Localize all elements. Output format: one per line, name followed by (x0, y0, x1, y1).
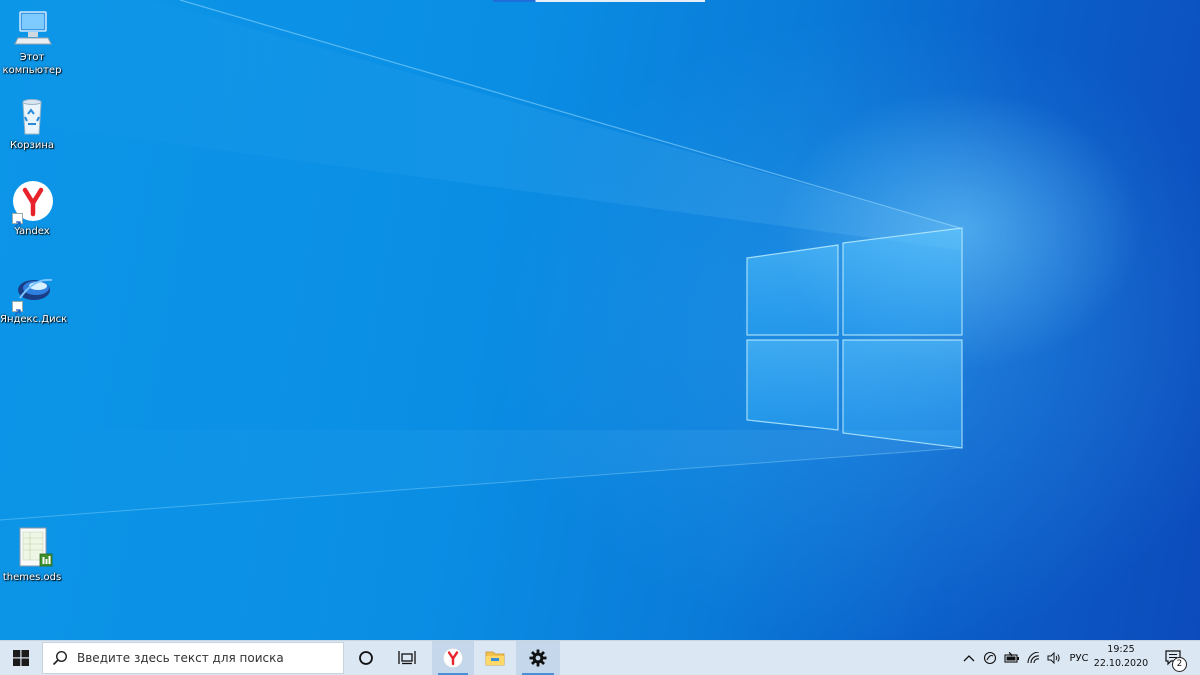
recycle-bin-icon (10, 94, 54, 138)
taskbar: РУС 19:25 22.10.2020 2 (0, 640, 1200, 675)
start-button[interactable] (0, 641, 42, 675)
icon-label-this-pc-line2: компьютер (2, 65, 62, 76)
tray-network-button[interactable] (1024, 641, 1044, 675)
settings-gear-icon (529, 649, 547, 667)
chevron-up-icon (963, 655, 975, 662)
taskbar-settings[interactable] (516, 641, 560, 675)
spreadsheet-file-icon (10, 526, 54, 570)
icon-label-themes-ods: themes.ods (2, 572, 62, 583)
icon-label-yandex-disk: Яндекс.Диск (0, 314, 68, 325)
task-view-icon (398, 651, 416, 665)
desktop-icon-yandex-disk[interactable]: Яндекс.Диск (0, 268, 68, 326)
search-input[interactable] (77, 651, 337, 665)
search-icon (43, 650, 77, 666)
desktop-icon-yandex[interactable]: Yandex (0, 180, 64, 238)
taskbar-search-box[interactable] (42, 642, 344, 674)
tray-onedrive-button[interactable] (980, 641, 1000, 675)
cortana-button[interactable] (346, 641, 386, 675)
clock-date: 22.10.2020 (1093, 658, 1149, 669)
desktop-icon-this-pc[interactable]: Этот компьютер (0, 8, 64, 77)
input-language-indicator[interactable]: РУС (1066, 641, 1092, 675)
wifi-icon (1027, 652, 1040, 664)
desktop-wallpaper: Этот компьютер Корзина Yandex Яндекс.Дис… (0, 0, 1200, 640)
icon-label-this-pc-line1: Этот (19, 52, 45, 63)
system-clock[interactable]: 19:25 22.10.2020 (1092, 643, 1150, 671)
yandex-browser-icon (443, 648, 463, 668)
taskbar-yandex-browser[interactable] (432, 641, 474, 675)
action-center-button[interactable]: 2 (1158, 641, 1190, 675)
yandex-disk-icon (10, 268, 54, 316)
this-pc-icon (10, 8, 54, 50)
notification-count-badge: 2 (1172, 657, 1187, 672)
yandex-browser-icon (10, 180, 54, 228)
task-view-button[interactable] (386, 641, 428, 675)
file-explorer-icon (485, 651, 505, 666)
speaker-volume-icon (1047, 652, 1060, 664)
windows-start-icon (13, 650, 29, 666)
cortana-icon (359, 651, 373, 665)
tray-battery-button[interactable] (1000, 641, 1024, 675)
desktop-icon-themes-ods[interactable]: themes.ods (0, 526, 64, 584)
shortcut-arrow-icon (12, 301, 23, 316)
clock-time: 19:25 (1107, 644, 1135, 655)
show-hidden-icons-button[interactable] (958, 641, 980, 675)
onedrive-sync-icon (983, 651, 997, 665)
taskbar-file-explorer[interactable] (474, 641, 516, 675)
icon-label-yandex: Yandex (14, 226, 50, 237)
icon-label-recycle-bin: Корзина (9, 140, 55, 151)
battery-charging-icon (1004, 652, 1019, 663)
windows-logo-wallpaper (0, 0, 963, 521)
tray-volume-button[interactable] (1044, 641, 1064, 675)
window-edge-strip (493, 0, 705, 2)
desktop-icon-recycle-bin[interactable]: Корзина (0, 94, 64, 152)
shortcut-arrow-icon (12, 213, 23, 228)
